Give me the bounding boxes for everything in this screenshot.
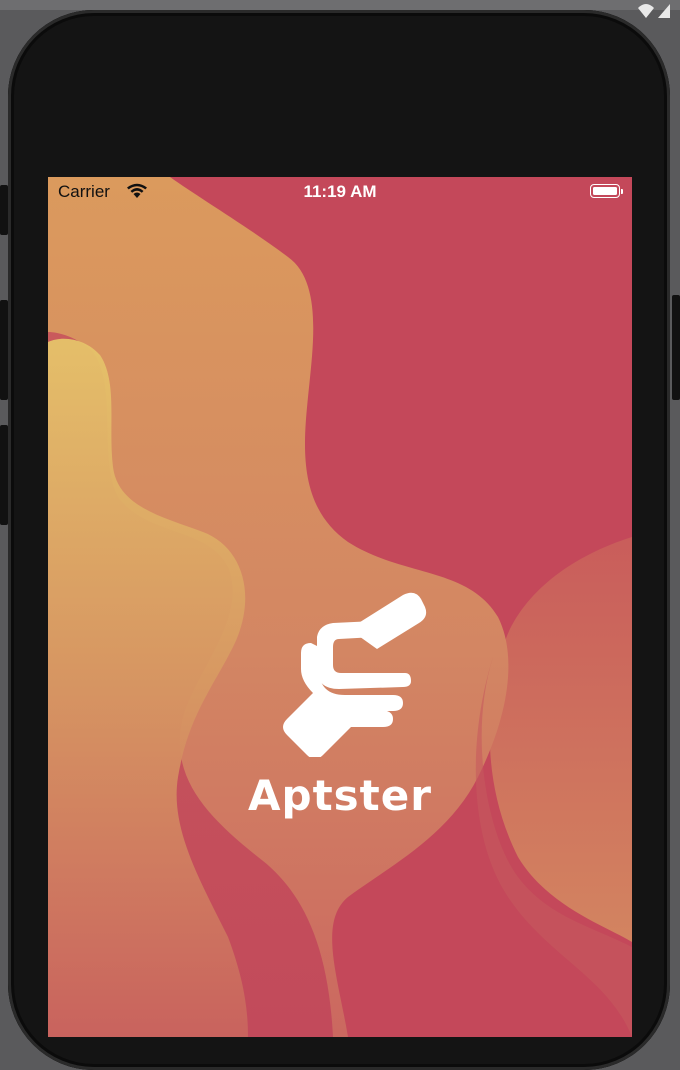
mute-switch <box>0 185 8 235</box>
status-bar: Carrier 11:19 AM <box>48 177 632 207</box>
splash-screen: Carrier 11:19 AM Aptster <box>48 177 632 1037</box>
power-button <box>672 295 680 400</box>
volume-up-button <box>0 300 8 400</box>
host-signal-icons <box>634 0 674 20</box>
app-name: Aptster <box>248 771 432 820</box>
status-time: 11:19 AM <box>303 182 377 201</box>
volume-down-button <box>0 425 8 525</box>
battery-icon <box>590 184 623 198</box>
handshake-logo-icon <box>283 592 427 757</box>
host-window-topbar <box>0 0 680 18</box>
host-signal-icon <box>638 4 670 18</box>
